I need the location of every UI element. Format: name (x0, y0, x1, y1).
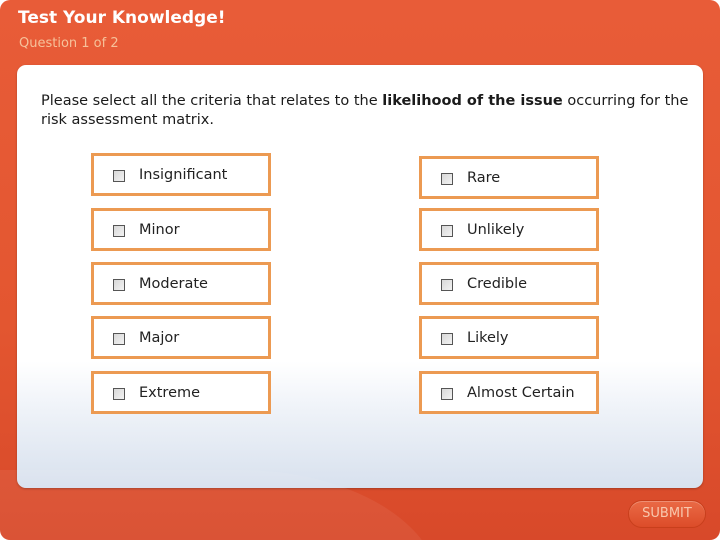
option-label: Insignificant (139, 167, 228, 183)
option-moderate[interactable]: Moderate (91, 262, 271, 305)
checkbox-icon[interactable] (113, 333, 125, 345)
option-credible[interactable]: Credible (419, 262, 599, 305)
option-extreme[interactable]: Extreme (91, 371, 271, 414)
question-card: Please select all the criteria that rela… (17, 65, 703, 488)
prompt-text-before: Please select all the criteria that rela… (41, 93, 383, 109)
option-rare[interactable]: Rare (419, 156, 599, 199)
checkbox-icon[interactable] (113, 388, 125, 400)
checkbox-icon[interactable] (441, 388, 453, 400)
option-major[interactable]: Major (91, 316, 271, 359)
checkbox-icon[interactable] (113, 225, 125, 237)
checkbox-icon[interactable] (441, 279, 453, 291)
option-minor[interactable]: Minor (91, 208, 271, 251)
option-label: Almost Certain (467, 385, 575, 401)
prompt-text-bold: likelihood of the issue (382, 93, 563, 109)
option-label: Major (139, 330, 180, 346)
question-counter: Question 1 of 2 (19, 36, 119, 51)
option-label: Credible (467, 276, 528, 292)
option-label: Rare (467, 170, 501, 186)
option-unlikely[interactable]: Unlikely (419, 208, 599, 251)
option-label: Extreme (139, 385, 201, 401)
checkbox-icon[interactable] (113, 279, 125, 291)
option-almost-certain[interactable]: Almost Certain (419, 371, 599, 414)
option-label: Unlikely (467, 222, 525, 238)
checkbox-icon[interactable] (441, 173, 453, 185)
option-label: Moderate (139, 276, 208, 292)
option-likely[interactable]: Likely (419, 316, 599, 359)
checkbox-icon[interactable] (113, 170, 125, 182)
option-label: Minor (139, 222, 180, 238)
quiz-title: Test Your Knowledge! (18, 8, 226, 28)
option-insignificant[interactable]: Insignificant (91, 153, 271, 196)
checkbox-icon[interactable] (441, 225, 453, 237)
question-prompt: Please select all the criteria that rela… (41, 92, 691, 130)
checkbox-icon[interactable] (441, 333, 453, 345)
option-label: Likely (467, 330, 509, 346)
submit-button[interactable]: SUBMIT (628, 500, 706, 528)
quiz-frame: Test Your Knowledge! Question 1 of 2 Ple… (0, 0, 720, 540)
